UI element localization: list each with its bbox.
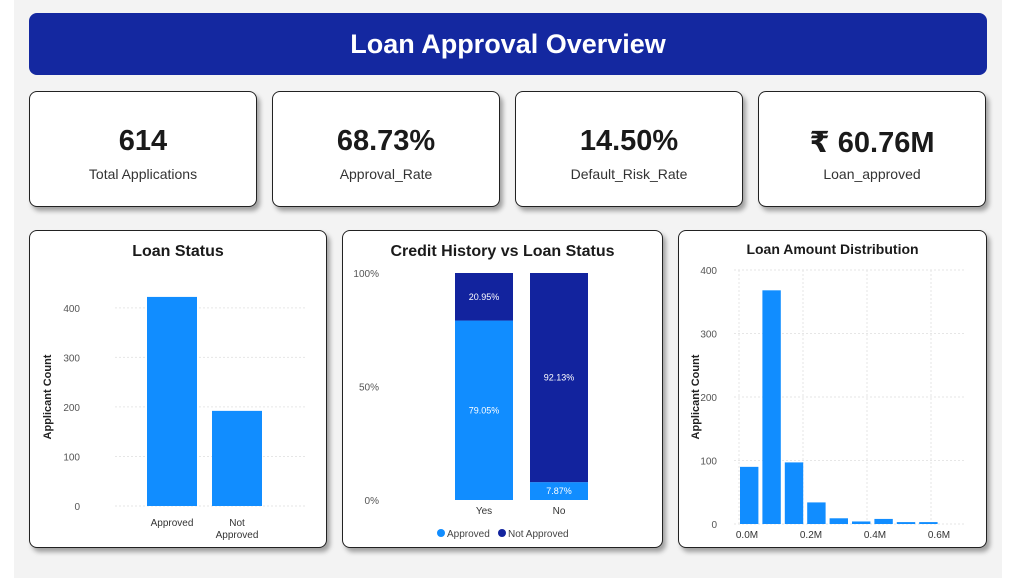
x-tick-label: Not (229, 518, 245, 529)
dashboard-title: Loan Approval Overview (29, 13, 987, 75)
legend-label: Approved (447, 529, 490, 540)
kpi-label: Total Applications (88, 166, 198, 182)
legend-marker (498, 529, 506, 537)
y-axis-label: Applicant Count (690, 354, 702, 439)
kpi-value: 614 (118, 125, 168, 157)
kpi-value: 14.50% (579, 125, 679, 157)
kpi-label: Default_Risk_Rate (570, 166, 688, 182)
loan-status-chart-card[interactable]: Loan Status 0 100 200 300 400 Applicant Count… (29, 230, 327, 548)
kpi-value: 68.73% (336, 125, 436, 157)
x-tick-label: 0.6M (928, 530, 950, 541)
x-tick-label: Yes (476, 506, 492, 517)
kpi-card-total-applications[interactable]: 614 Total Applications (29, 91, 257, 207)
credit-history-chart-card[interactable]: Credit History vs Loan Status 0% 50% 100% 7… (342, 230, 663, 548)
x-tick-label: No (553, 506, 566, 517)
histogram-bar (784, 462, 804, 524)
x-tick-label: 0.0M (736, 530, 758, 541)
histogram-bar (762, 290, 781, 524)
histogram-bar (740, 466, 759, 524)
bar (212, 410, 262, 506)
y-tick-label: 100% (353, 269, 379, 280)
histogram-bar (852, 521, 871, 524)
y-tick-label: 100 (700, 457, 717, 468)
legend-label: Not Approved (508, 529, 569, 540)
y-tick-label: 300 (700, 330, 717, 341)
histogram-bar (807, 502, 826, 524)
loan-amount-chart: 0 100 200 300 400 0.0M 0.2M 0.4M 0.6M Applicant C… (690, 266, 964, 541)
data-label: 79.05% (469, 405, 500, 415)
kpi-card-approval-rate[interactable]: 68.73% Approval_Rate (272, 91, 500, 207)
credit-history-chart: 0% 50% 100% 79.05% 20.95% Yes 7.87% 92.13% No App… (353, 269, 588, 540)
histogram-bar (874, 518, 893, 524)
y-tick-label: 400 (63, 304, 80, 315)
data-label: 92.13% (544, 373, 575, 383)
y-tick-label: 200 (63, 403, 80, 414)
x-tick-label: Approved (216, 530, 259, 541)
kpi-label: Approval_Rate (339, 166, 433, 182)
y-tick-label: 400 (700, 266, 717, 277)
kpi-label: Loan_approved (823, 166, 921, 182)
y-tick-label: 0 (711, 520, 717, 531)
data-label: 20.95% (469, 292, 500, 302)
legend-marker (437, 529, 445, 537)
loan-amount-chart-card[interactable]: Loan Amount Distribution 0 100 200 300 400 0.… (678, 230, 987, 548)
y-tick-label: 100 (63, 452, 80, 463)
y-tick-label: 50% (359, 383, 379, 394)
x-tick-label: 0.2M (800, 530, 822, 541)
histogram-bar (829, 518, 848, 524)
kpi-value: ₹ 60.76M (809, 127, 935, 159)
bar (147, 296, 197, 506)
histogram-bar (919, 522, 938, 524)
kpi-card-loan-approved[interactable]: ₹ 60.76M Loan_approved (758, 91, 986, 207)
y-tick-label: 0 (74, 502, 80, 513)
y-tick-label: 300 (63, 353, 80, 364)
histogram-bar (896, 522, 916, 524)
x-tick-label: Approved (151, 518, 194, 529)
y-tick-label: 0% (365, 496, 380, 507)
loan-status-chart: 0100200300400Applicant CountApproved NotA… (42, 296, 305, 541)
data-label: 7.87% (546, 486, 572, 496)
x-tick-label: 0.4M (864, 530, 886, 541)
y-tick-label: 200 (700, 393, 717, 404)
y-axis-label: Applicant Count (42, 354, 54, 439)
kpi-card-default-risk-rate[interactable]: 14.50% Default_Risk_Rate (515, 91, 743, 207)
